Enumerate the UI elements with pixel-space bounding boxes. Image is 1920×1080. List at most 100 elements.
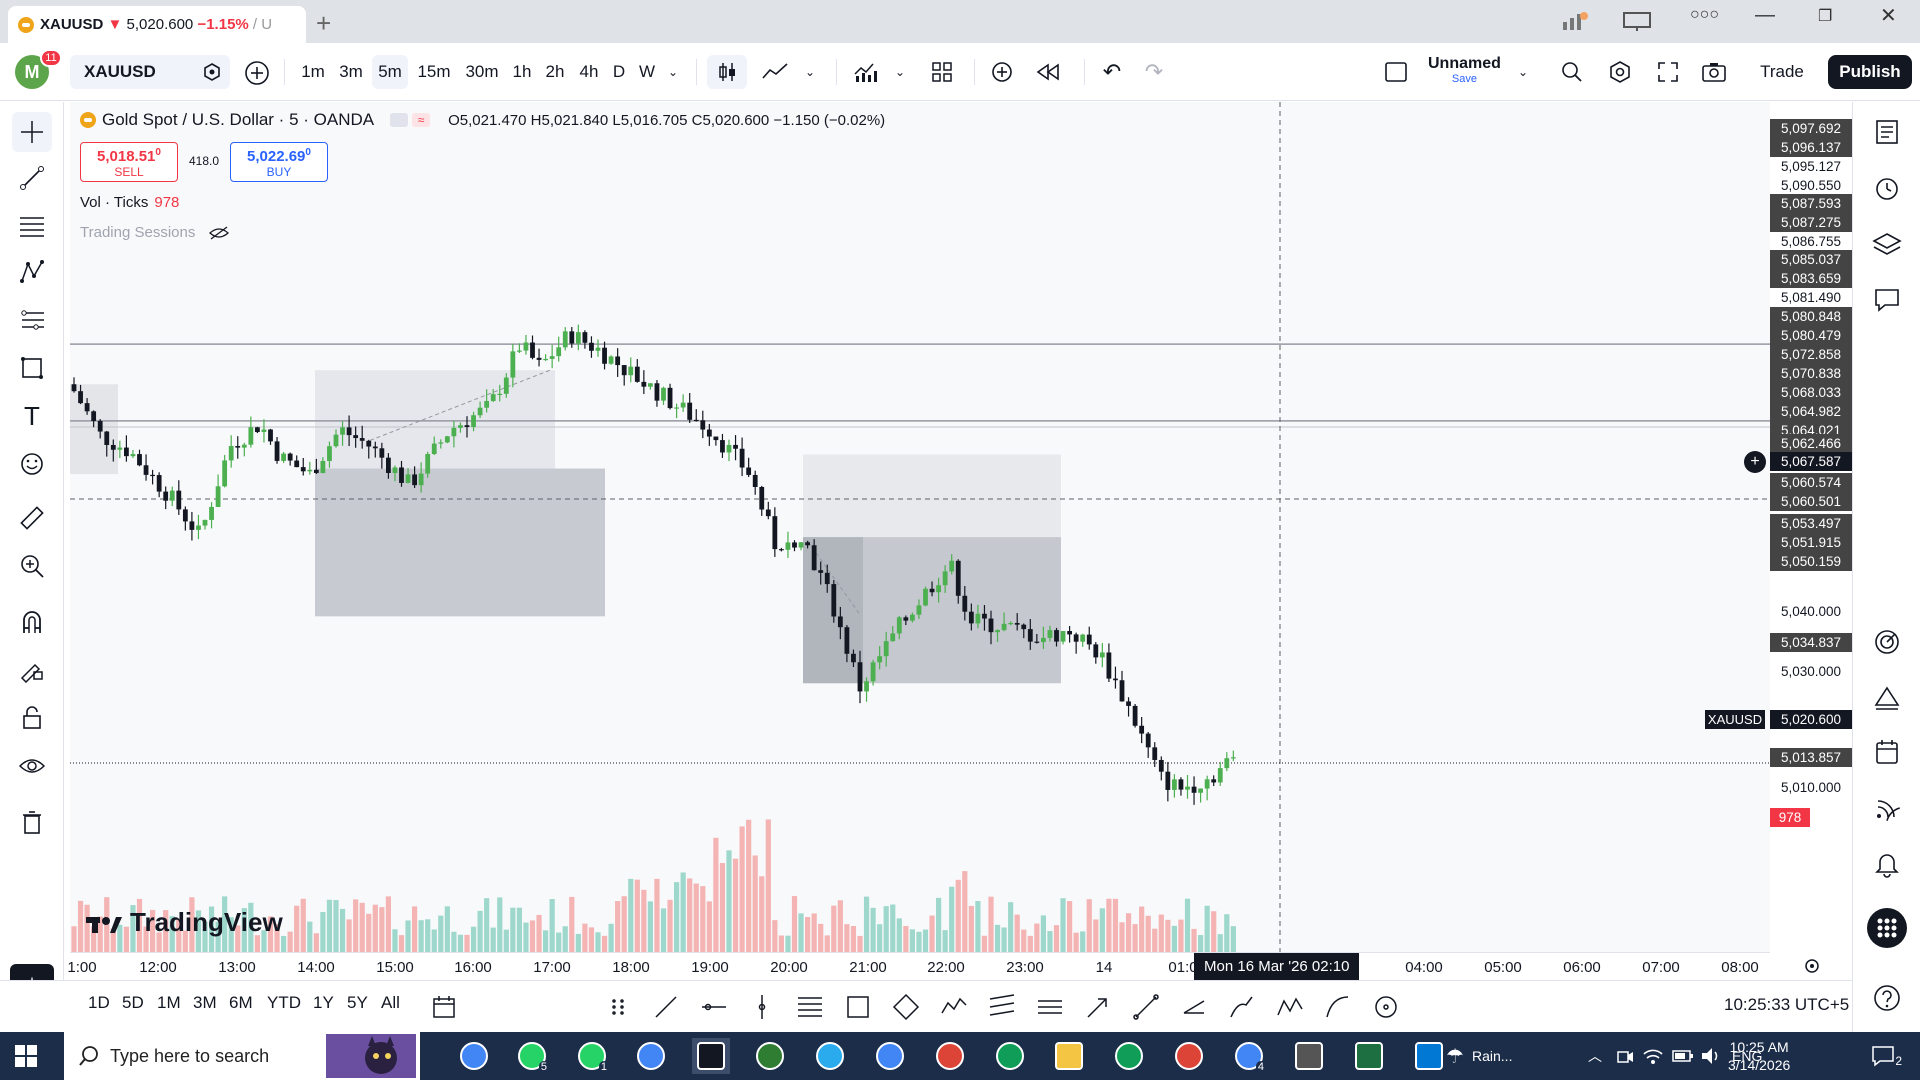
interval-15m[interactable]: 15m xyxy=(414,55,454,89)
notifications-bell-icon[interactable] xyxy=(1867,844,1907,884)
price-axis[interactable]: 5,097.692 5,096.137 5,095.127 5,090.550 5,08… xyxy=(1770,102,1852,952)
excel-icon[interactable] xyxy=(1350,1038,1388,1074)
layers-icon[interactable] xyxy=(1867,224,1907,264)
curve-icon[interactable] xyxy=(1324,993,1352,1021)
sell-button[interactable]: 5,018.510 SELL xyxy=(80,142,178,182)
meet-icon[interactable] xyxy=(1616,1046,1634,1066)
indicators-icon[interactable] xyxy=(846,55,886,89)
hide-drawings-icon[interactable] xyxy=(12,746,52,786)
help-icon[interactable] xyxy=(1867,978,1907,1018)
interval-3m[interactable]: 3m xyxy=(334,55,368,89)
new-tab-button[interactable]: + xyxy=(316,8,331,39)
vscode-icon[interactable] xyxy=(1410,1038,1448,1074)
info-line-icon[interactable] xyxy=(1132,993,1160,1021)
weather-icon[interactable]: ☂ xyxy=(1446,1044,1464,1069)
undo-icon[interactable]: ↶ xyxy=(1092,55,1132,89)
chrome-icon[interactable] xyxy=(1170,1038,1208,1074)
candles-icon[interactable] xyxy=(707,55,747,89)
crosshair-tool-icon[interactable] xyxy=(12,112,52,152)
chrome-icon[interactable] xyxy=(455,1038,493,1074)
symbol-search-input[interactable]: XAUUSD xyxy=(70,55,230,89)
whatsapp-icon[interactable]: 1 xyxy=(573,1038,611,1074)
symbol-settings-icon[interactable] xyxy=(202,62,222,82)
interval-30m[interactable]: 30m xyxy=(460,55,504,89)
trend-line-tool-icon[interactable] xyxy=(12,158,52,198)
alert-icon[interactable] xyxy=(982,55,1022,89)
zoom-in-icon[interactable] xyxy=(12,546,52,586)
go-to-date-icon[interactable] xyxy=(432,995,456,1019)
range-1y[interactable]: 1Y xyxy=(313,993,334,1013)
add-alert-plus-icon[interactable]: + xyxy=(1744,451,1766,473)
trash-icon[interactable] xyxy=(12,802,52,842)
telegram-icon[interactable] xyxy=(811,1038,849,1074)
lock-icon[interactable] xyxy=(12,698,52,738)
layout-dropdown-icon[interactable]: ⌄ xyxy=(1512,55,1534,89)
layout-name[interactable]: Unnamed Save xyxy=(1428,55,1501,85)
stay-in-drawing-mode-icon[interactable] xyxy=(12,650,52,690)
horizontal-ray-icon[interactable] xyxy=(700,993,728,1021)
interval-1m[interactable]: 1m xyxy=(296,55,330,89)
interval-d[interactable]: D xyxy=(608,55,630,89)
xabcd-pattern-icon[interactable] xyxy=(1276,993,1304,1021)
range-6m[interactable]: 6M xyxy=(229,993,253,1013)
emoji-tool-icon[interactable] xyxy=(12,444,52,484)
path-icon[interactable] xyxy=(940,993,968,1021)
metatrader-icon[interactable] xyxy=(751,1038,789,1074)
ideas-stream-icon[interactable] xyxy=(1867,788,1907,828)
ruler-icon[interactable] xyxy=(12,498,52,538)
axis-settings-icon[interactable] xyxy=(1802,956,1822,976)
sessions-legend[interactable]: Trading Sessions xyxy=(80,224,230,241)
quick-search-icon[interactable] xyxy=(1554,55,1590,89)
chrome-icon[interactable] xyxy=(1110,1038,1148,1074)
rotated-rectangle-icon[interactable] xyxy=(892,993,920,1021)
rectangle-icon[interactable] xyxy=(844,993,872,1021)
whatsapp-icon[interactable]: 5 xyxy=(513,1038,551,1074)
interval-w[interactable]: W xyxy=(634,55,660,89)
apps-menu-icon[interactable] xyxy=(1867,908,1907,948)
volume-icon[interactable] xyxy=(1700,1046,1722,1066)
fib-retracement-icon[interactable] xyxy=(796,993,824,1021)
time-axis[interactable]: Mon 16 Mar '26 02:10 1:00 12:00 13:00 14:00… xyxy=(67,952,1770,980)
chrome-icon[interactable] xyxy=(991,1038,1029,1074)
parallel-channel-icon[interactable] xyxy=(988,993,1016,1021)
weather-text[interactable]: Rain... xyxy=(1472,1048,1562,1064)
windows-start-icon[interactable] xyxy=(14,1044,38,1068)
chart-extension-icon[interactable] xyxy=(1560,10,1590,32)
range-1d[interactable]: 1D xyxy=(88,993,110,1013)
fib-tool-icon[interactable] xyxy=(12,206,52,246)
volume-legend[interactable]: Vol · Ticks 978 xyxy=(80,194,179,211)
range-all[interactable]: All xyxy=(381,993,400,1013)
pattern-tool-icon[interactable] xyxy=(12,252,52,292)
interval-2h[interactable]: 2h xyxy=(541,55,569,89)
drag-handle-icon[interactable] xyxy=(604,993,632,1021)
add-symbol-icon[interactable] xyxy=(244,60,270,86)
arrow-icon[interactable] xyxy=(1084,993,1112,1021)
fullscreen-icon[interactable] xyxy=(1650,55,1686,89)
browser-tab[interactable]: XAUUSD ▼ 5,020.600 −1.15% / U xyxy=(8,6,306,43)
layouts-icon[interactable] xyxy=(922,55,962,89)
circle-icon[interactable] xyxy=(1372,993,1400,1021)
layout-icon[interactable] xyxy=(1384,61,1408,83)
redo-icon[interactable]: ↷ xyxy=(1134,55,1174,89)
price-chart[interactable] xyxy=(70,102,1770,952)
chat-icon[interactable] xyxy=(1867,280,1907,320)
interval-5m[interactable]: 5m xyxy=(372,55,408,89)
range-5d[interactable]: 5D xyxy=(122,993,144,1013)
wifi-icon[interactable] xyxy=(1642,1046,1664,1066)
alarm-clock-icon[interactable] xyxy=(1867,168,1907,208)
chrome-icon[interactable] xyxy=(931,1038,969,1074)
brush-icon[interactable] xyxy=(1228,993,1256,1021)
magnet-icon[interactable] xyxy=(12,602,52,642)
watchlist-icon[interactable] xyxy=(1867,112,1907,152)
range-1m[interactable]: 1M xyxy=(157,993,181,1013)
tradingview-app-icon[interactable] xyxy=(692,1038,730,1074)
range-5y[interactable]: 5Y xyxy=(347,993,368,1013)
trade-button[interactable]: Trade xyxy=(1750,55,1814,89)
target-icon[interactable] xyxy=(1867,622,1907,662)
utc-clock[interactable]: 10:25:33 UTC+5 xyxy=(1724,995,1849,1015)
forecast-tool-icon[interactable] xyxy=(12,300,52,340)
publish-button[interactable]: Publish xyxy=(1828,55,1912,89)
hidden-eye-icon[interactable] xyxy=(208,225,230,241)
minimize-icon[interactable]: — xyxy=(1755,4,1775,27)
app-cube-icon[interactable] xyxy=(1290,1038,1328,1074)
